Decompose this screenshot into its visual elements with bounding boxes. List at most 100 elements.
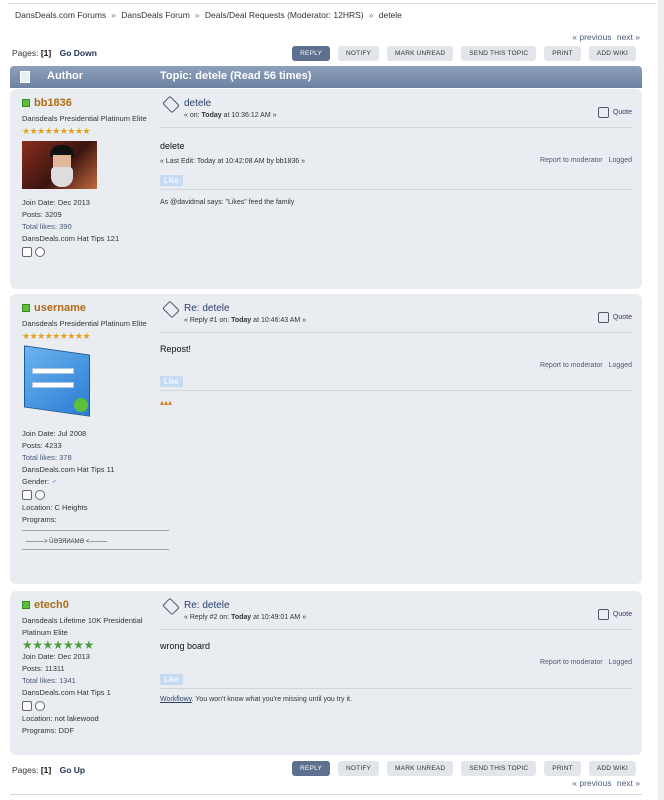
send-topic-button[interactable]: SEND THIS TOPIC [461,761,537,776]
quote-button[interactable]: Quote [597,312,632,323]
next-link[interactable]: next » [617,778,640,788]
breadcrumb-forums[interactable]: DansDeals.com Forums [15,10,106,20]
print-button[interactable]: PRINT [544,46,581,61]
breadcrumb-dansdeals-forum[interactable]: DansDeals Forum [121,10,190,20]
previous-link[interactable]: « previous [572,778,611,788]
notify-button[interactable]: NOTIFY [338,761,380,776]
signature: ▴▴▴ [160,398,173,407]
online-icon [22,304,30,312]
username-link[interactable]: etech0 [34,599,69,611]
total-likes[interactable]: Total likes: 378 [22,452,162,464]
join-date: Join Date: Dec 2013 [22,198,90,207]
quote-button[interactable]: Quote [597,609,632,620]
post-2: username Dansdeals Presidential Platinum… [10,294,642,584]
report-row: Report to moderator Logged [540,659,632,666]
go-down-link[interactable]: Go Down [60,48,97,58]
report-link[interactable]: Report to moderator [540,362,603,369]
scrollbar[interactable] [658,0,664,800]
quote-icon [597,609,609,620]
hat-tips: DansDeals.com Hat Tips 121 [22,234,120,243]
post-3: etech0 Dansdeals Lifetime 10K Presidenti… [10,591,642,755]
poster-info: etech0 Dansdeals Lifetime 10K Presidenti… [22,599,162,737]
breadcrumb-deals-board[interactable]: Deals/Deal Requests (Moderator: 12HRS) [205,10,364,20]
signature: Workflowy. You won't know what you're mi… [160,696,352,703]
document-icon [20,71,30,83]
post-subject[interactable]: Re: detele [184,303,230,314]
join-date: Join Date: Dec 2013 [22,652,90,661]
report-row: Report to moderator Logged [540,362,632,369]
add-wiki-button[interactable]: ADD WIKI [588,46,636,61]
add-wiki-button[interactable]: ADD WIKI [588,761,636,776]
poster-info: username Dansdeals Presidential Platinum… [22,302,169,550]
mark-unread-button[interactable]: MARK UNREAD [387,46,454,61]
total-likes[interactable]: Total likes: 1341 [22,675,162,687]
post-subject[interactable]: Re: detele [184,600,230,611]
mark-unread-button[interactable]: MARK UNREAD [387,761,454,776]
topic-heading: Topic: detele (Read 56 times) [160,70,312,82]
post-time: « on: Today at 10:36:12 AM » [184,112,277,119]
post-count: Posts: 4233 [22,441,62,450]
quote-button[interactable]: Quote [597,107,632,118]
pagination-bottom: Pages: [1] Go Up [12,765,86,775]
report-row: Report to moderator Logged [540,157,632,164]
author-heading: Author [47,70,84,82]
profile-icon[interactable] [22,701,32,711]
profile-icon[interactable] [22,490,32,500]
join-date: Join Date: Jul 2008 [22,429,87,438]
post-body: delete [160,141,185,151]
like-button[interactable]: Like [160,674,183,685]
post-1: bb1836 Dansdeals Presidential Platinum E… [10,89,642,289]
print-button[interactable]: PRINT [544,761,581,776]
breadcrumb-topic[interactable]: detele [379,10,402,20]
post-body: wrong board [160,641,211,651]
topic-nav-bottom: « previous next » [569,778,640,788]
hat-tips: DansDeals.com Hat Tips 11 [22,465,115,474]
current-page: [1] [40,765,52,775]
username-link[interactable]: username [34,302,86,314]
member-title: Dansdeals Presidential Platinum Elite [22,114,147,123]
notify-button[interactable]: NOTIFY [338,46,380,61]
quote-icon [597,312,609,323]
post-subject[interactable]: detele [184,98,211,109]
location: Location: not lakewood [22,714,99,723]
next-link[interactable]: next » [617,32,640,42]
breadcrumb: DansDeals.com Forums» DansDeals Forum» D… [15,10,402,20]
post-message-icon [162,597,180,616]
message-icon[interactable] [35,247,45,257]
avatar [22,141,97,189]
button-row-top: REPLY NOTIFY MARK UNREAD SEND THIS TOPIC… [292,46,636,61]
profile-icon[interactable] [22,247,32,257]
logged-label: Logged [608,659,632,666]
topic-header: Author Topic: detele (Read 56 times) [10,66,642,88]
go-up-link[interactable]: Go Up [60,765,86,775]
post-content: detele « on: Today at 10:36:12 AM » Quot… [160,95,632,285]
online-icon [22,99,30,107]
post-content: Re: detele « Reply #1 on: Today at 10:46… [160,300,632,570]
message-icon[interactable] [35,701,45,711]
button-row-bottom: REPLY NOTIFY MARK UNREAD SEND THIS TOPIC… [292,761,636,776]
report-link[interactable]: Report to moderator [540,659,603,666]
rank-stars: ★★★★★★★ [22,638,94,652]
post-count: Posts: 3209 [22,210,62,219]
username-link[interactable]: bb1836 [34,97,72,109]
previous-link[interactable]: « previous [572,32,611,42]
post-count: Posts: 11311 [22,664,65,673]
top-divider [8,0,656,4]
report-link[interactable]: Report to moderator [540,157,603,164]
post-time: « Reply #2 on: Today at 10:49:01 AM » [184,614,307,621]
reply-button[interactable]: REPLY [292,761,330,776]
like-button[interactable]: Like [160,175,183,186]
like-button[interactable]: Like [160,376,183,387]
reply-button[interactable]: REPLY [292,46,330,61]
online-icon [22,601,30,609]
programs: Programs: DDF [22,726,75,735]
avatar [22,345,97,422]
programs: Programs: [22,515,57,524]
message-icon[interactable] [35,490,45,500]
post-time: « Reply #1 on: Today at 10:46:43 AM » [184,317,307,324]
poster-info: bb1836 Dansdeals Presidential Platinum E… [22,97,162,259]
total-likes[interactable]: Total likes: 390 [22,221,162,233]
workflowy-link[interactable]: Workflowy [160,696,192,703]
rank-stars: ★★★★★★★★★ [22,126,91,136]
send-topic-button[interactable]: SEND THIS TOPIC [461,46,537,61]
